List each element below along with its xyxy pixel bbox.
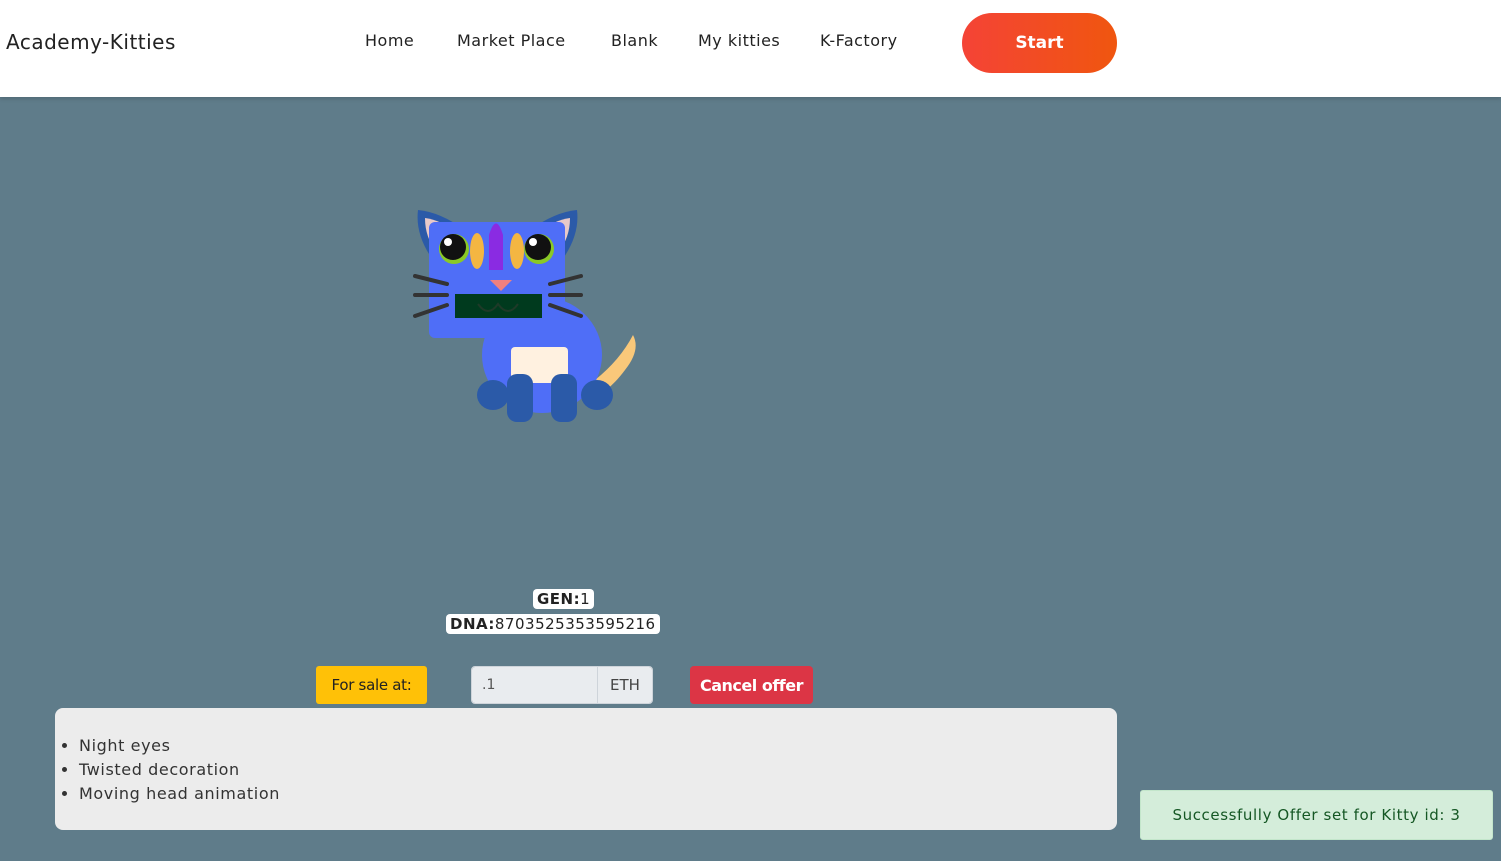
attribute-item: Night eyes [79, 734, 1117, 758]
attribute-item: Twisted decoration [79, 758, 1117, 782]
price-unit: ETH [598, 667, 652, 703]
kitty-left-back-paw [477, 380, 509, 410]
dna-badge: DNA:8703525353595216 [446, 614, 660, 634]
nav-my-kitties[interactable]: My kitties [698, 31, 780, 50]
dna-label: DNA: [450, 615, 495, 633]
gen-label: GEN: [537, 590, 581, 608]
brand-logo[interactable]: Academy-Kitties [6, 30, 176, 54]
kitty-right-pupil [525, 234, 551, 260]
attribute-item: Moving head animation [79, 782, 1117, 806]
navbar: Academy-Kitties Home Market Place Blank … [0, 0, 1501, 97]
start-button[interactable]: Start [962, 13, 1117, 73]
kitty-right-eye-shine [529, 238, 537, 246]
kitty-left-eye-shine [444, 238, 452, 246]
kitty-left-front-leg [507, 374, 533, 422]
kitty-right-front-leg [551, 374, 577, 422]
kitty-right-back-paw [581, 380, 613, 410]
kitty-decoration-middle [489, 223, 503, 270]
price-input[interactable] [472, 667, 598, 703]
nav-blank[interactable]: Blank [611, 31, 658, 50]
nav-home[interactable]: Home [365, 31, 414, 50]
gen-badge: GEN:1 [533, 589, 595, 609]
cancel-offer-button[interactable]: Cancel offer [690, 666, 813, 704]
attributes-panel: Night eyes Twisted decoration Moving hea… [55, 708, 1117, 830]
attributes-list: Night eyes Twisted decoration Moving hea… [79, 734, 1117, 806]
dna-value: 8703525353595216 [494, 615, 656, 633]
kitty-decoration-right [510, 233, 524, 269]
kitty-decoration-left [470, 233, 484, 269]
kitty-image [413, 210, 636, 422]
nav-k-factory[interactable]: K-Factory [820, 31, 898, 50]
gen-value: 1 [580, 590, 591, 608]
for-sale-label: For sale at: [316, 666, 427, 704]
price-input-group: ETH [471, 666, 653, 704]
nav-market-place[interactable]: Market Place [457, 31, 566, 50]
kitty-left-pupil [440, 234, 466, 260]
success-toast: Successfully Offer set for Kitty id: 3 [1140, 790, 1493, 840]
